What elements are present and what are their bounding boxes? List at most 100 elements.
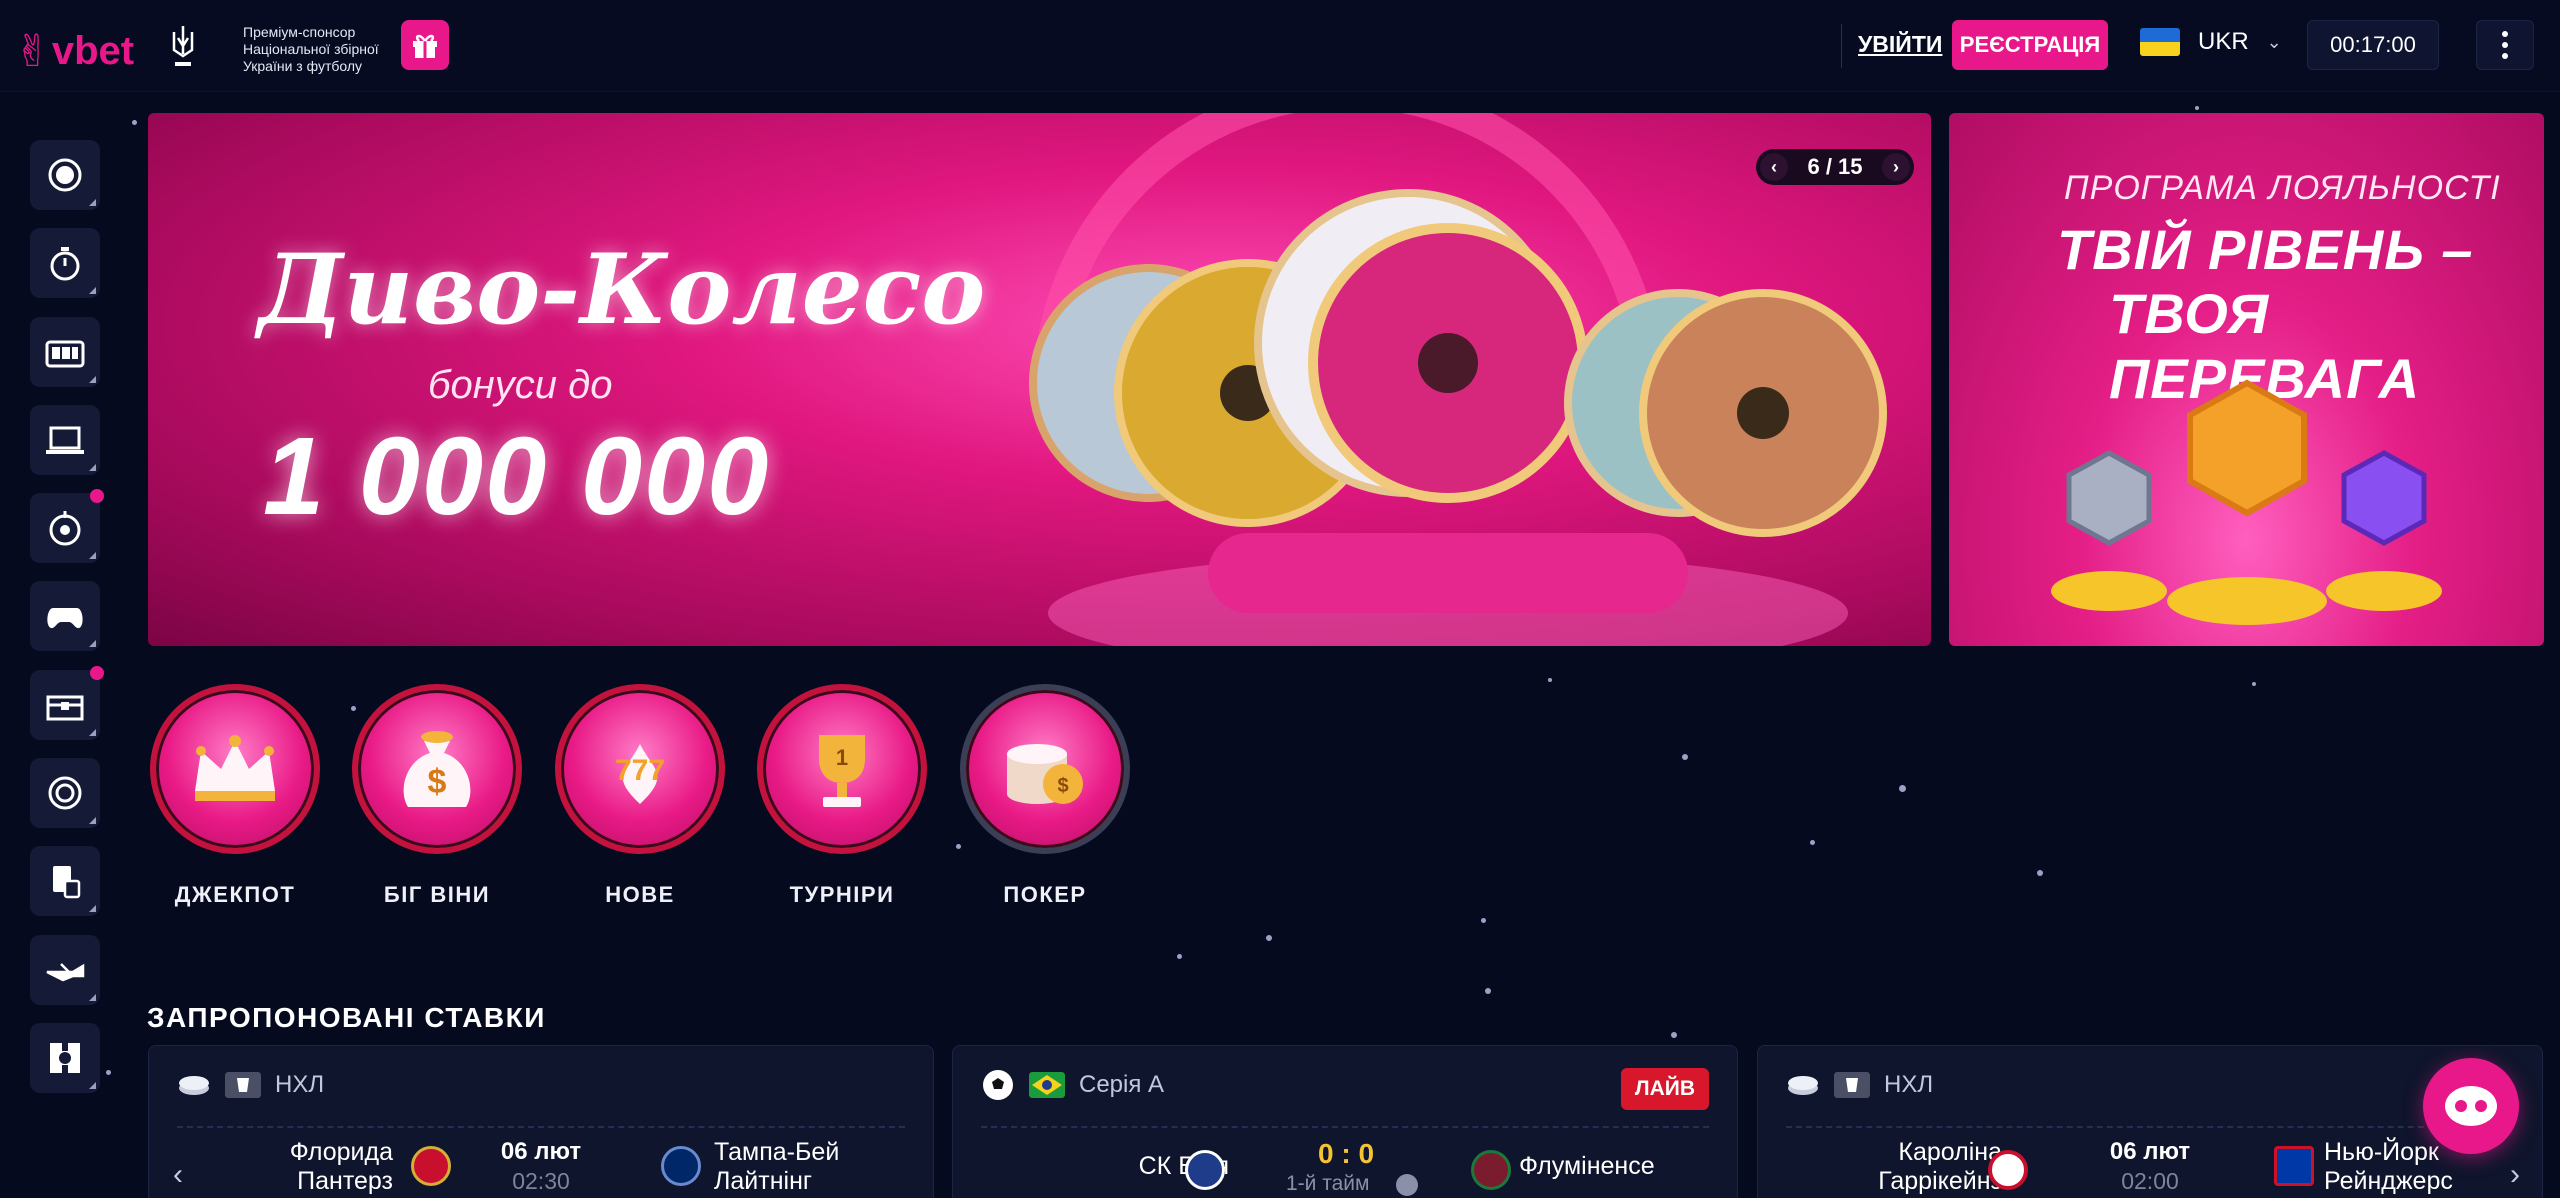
hockey-puck-icon	[179, 1076, 209, 1095]
notification-dot	[90, 666, 104, 680]
vbet-logo[interactable]: ✌ vbet	[14, 26, 134, 77]
gift-button[interactable]	[401, 20, 449, 70]
language-selector[interactable]: UKR ⌄	[2140, 28, 2282, 56]
previous-bet-arrow[interactable]: ‹	[173, 1158, 183, 1192]
bet-card[interactable]: НХЛ ‹ Флорида Пантерз 06 лют 02:30 Тампа…	[148, 1045, 934, 1198]
slide-counter: 6 / 15	[1807, 154, 1863, 179]
treasure-chest-icon	[46, 695, 84, 721]
sidebar-item-cards[interactable]	[30, 846, 100, 916]
previous-slide-button[interactable]: ‹	[1760, 153, 1788, 181]
brazil-flag-icon	[1029, 1072, 1065, 1098]
lightning-logo-icon	[661, 1146, 701, 1186]
next-bet-arrow[interactable]: ›	[2510, 1158, 2520, 1192]
laptop-icon	[46, 426, 84, 454]
gift-icon	[413, 34, 437, 58]
match-period: 1-й тайм	[1286, 1172, 1370, 1195]
category-circle: 1	[757, 684, 927, 854]
more-menu-button[interactable]	[2476, 20, 2534, 70]
category-tournaments[interactable]: 1 ТУРНІРИ	[757, 684, 927, 908]
league-name: НХЛ	[1884, 1071, 1934, 1098]
away-team-name-line1: Тампа-Бей	[714, 1138, 840, 1166]
category-new[interactable]: 777 НОВЕ	[555, 684, 725, 908]
fluminense-logo-icon	[1471, 1150, 1511, 1190]
category-label: НОВЕ	[605, 882, 675, 907]
brand-name: vbet	[51, 29, 135, 73]
gamepad-icon	[47, 608, 83, 629]
away-team-name-line2: Лайтнінг	[714, 1167, 813, 1195]
header-divider	[1841, 24, 1842, 68]
loyalty-banner[interactable]: ПРОГРАМА ЛОЯЛЬНОСТІ ТВІЙ РІВЕНЬ – ТВОЯ П…	[1949, 113, 2544, 646]
home-team-name-line1: Кароліна	[1898, 1138, 2002, 1166]
promo-banner[interactable]: Диво-Колесо бонуси до 1 000 000 ‹ 6 / 15…	[148, 113, 1931, 646]
loyalty-badges-illustration	[2051, 379, 2442, 625]
category-poker[interactable]: $ ПОКЕР	[960, 684, 1130, 908]
notification-dot	[90, 489, 104, 503]
away-team-name-line1: Нью-Йорк	[2324, 1138, 2439, 1166]
svg-text:$: $	[428, 763, 447, 801]
puzzle-icon	[50, 1043, 80, 1073]
sidebar-item-more[interactable]	[30, 1023, 100, 1093]
card-divider	[981, 1126, 1709, 1128]
roulette-icon	[48, 776, 82, 810]
category-circle	[150, 684, 320, 854]
ukraine-trident-icon	[172, 26, 194, 66]
bahia-logo-icon	[1185, 1150, 1225, 1190]
sidebar-item-roulette[interactable]	[30, 758, 100, 828]
sidebar-item-live-casino[interactable]	[30, 140, 100, 210]
slot-777-icon: 777	[615, 744, 665, 804]
home-team: Флорида Пантерз	[290, 1138, 393, 1196]
league-name: НХЛ	[275, 1071, 325, 1098]
banner-amount: 1 000 000	[263, 415, 771, 538]
rangers-logo-icon	[2274, 1146, 2314, 1186]
register-button[interactable]: РЕЄСТРАЦІЯ	[1952, 20, 2108, 70]
category-circle: $	[352, 684, 522, 854]
bet-card-live[interactable]: Серія А ЛАЙВ СК Баїя 0 : 0 1-й тайм Флум…	[952, 1045, 1738, 1198]
match-date: 06 лют	[500, 1138, 582, 1165]
sidebar-item-aviator[interactable]	[30, 935, 100, 1005]
victory-hand-icon: ✌	[14, 27, 51, 76]
sidebar-item-virtual[interactable]	[30, 405, 100, 475]
hurricanes-logo-icon	[1988, 1150, 2028, 1190]
match-score: 0 : 0	[1317, 1138, 1375, 1169]
login-link[interactable]: УВІЙТИ	[1858, 31, 1942, 58]
sidebar-item-promotions[interactable]	[30, 666, 104, 740]
league-name: Серія А	[1079, 1071, 1165, 1098]
wheel-illustration	[1029, 113, 1887, 646]
sponsor-text: Преміум-спонсор Національної збірної Укр…	[243, 24, 379, 74]
nhl-logo-icon	[1834, 1072, 1870, 1098]
category-label: ПОКЕР	[1003, 882, 1087, 907]
language-code: UKR	[2198, 28, 2249, 55]
trophy-icon: 1	[819, 735, 865, 807]
next-slide-button[interactable]: ›	[1881, 153, 1910, 181]
away-team-name-line2: Рейнджерс	[2324, 1167, 2453, 1195]
away-team: Тампа-Бей Лайтнінг	[714, 1138, 839, 1196]
chat-bot-icon	[2445, 1086, 2497, 1126]
sidebar-item-slots[interactable]	[30, 317, 100, 387]
clock-display: 00:17:00	[2307, 20, 2439, 70]
sidebar-item-wheel[interactable]	[30, 489, 104, 563]
wheel-icon	[49, 511, 81, 546]
banner-pager: ‹ 6 / 15 ›	[1756, 149, 1914, 185]
category-jackpot[interactable]: ДЖЕКПОТ	[150, 684, 320, 908]
record-icon	[48, 158, 82, 192]
info-icon[interactable]	[1396, 1174, 1418, 1196]
airplane-icon	[46, 963, 85, 982]
category-label: ТУРНІРИ	[789, 882, 895, 907]
home-team-name-line2: Пантерз	[297, 1167, 393, 1195]
sidebar-item-fast-games[interactable]	[30, 228, 100, 298]
slot-machine-icon	[45, 340, 85, 368]
support-chat-button[interactable]	[2423, 1058, 2519, 1154]
live-badge: ЛАЙВ	[1620, 1068, 1709, 1110]
poker-chips-icon: $	[1007, 744, 1083, 804]
category-label: БІГ ВІНИ	[383, 882, 491, 907]
svg-text:1: 1	[836, 745, 848, 770]
sidebar-item-games[interactable]	[30, 581, 100, 651]
panthers-logo-icon	[411, 1146, 451, 1186]
svg-text:777: 777	[615, 754, 665, 787]
crown-icon	[195, 735, 275, 801]
section-title: ЗАПРОПОНОВАНІ СТАВКИ	[147, 1002, 546, 1033]
nhl-logo-icon	[225, 1072, 261, 1098]
card-divider	[1786, 1126, 2514, 1128]
match-time: 02:30	[512, 1168, 570, 1194]
category-big-wins[interactable]: $ БІГ ВІНИ	[352, 684, 522, 908]
